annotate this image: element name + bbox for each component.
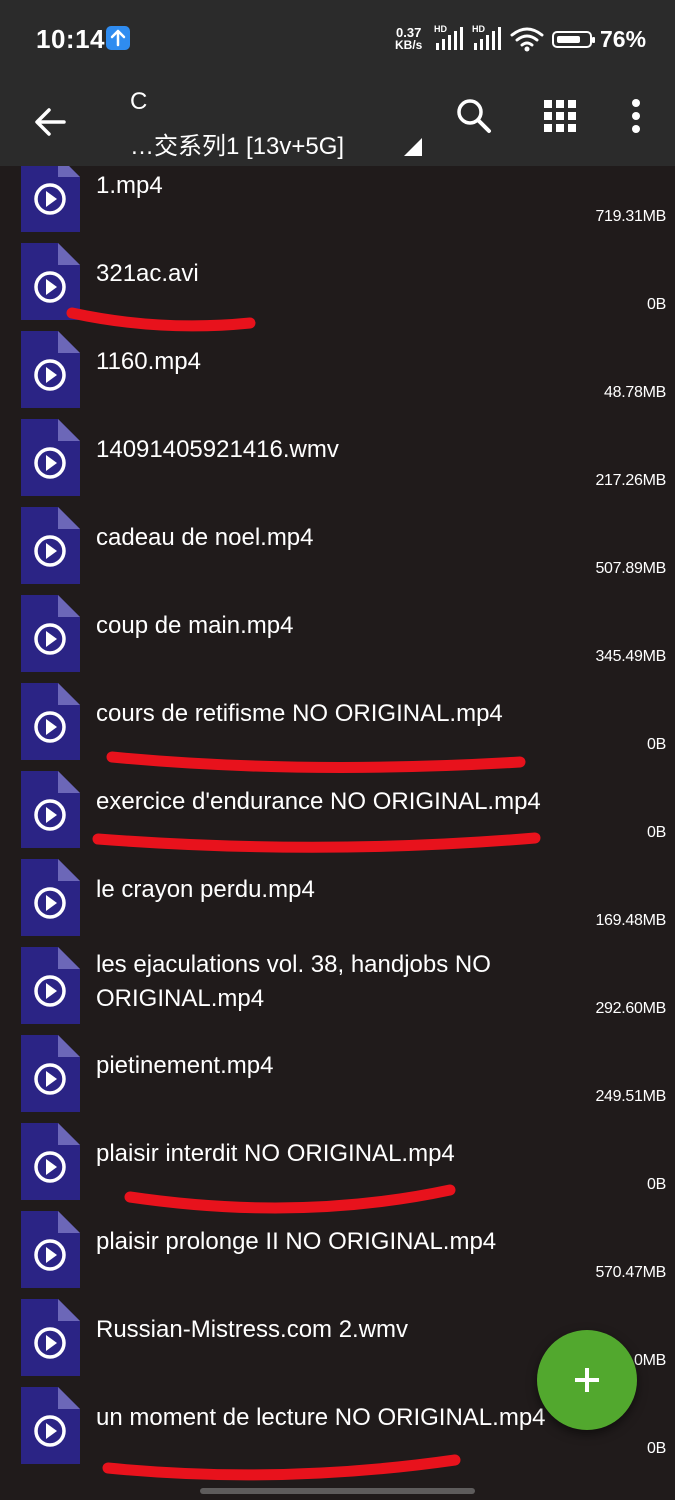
search-icon: [457, 99, 491, 133]
file-row[interactable]: exercice d'endurance NO ORIGINAL.mp4 0B: [0, 770, 675, 858]
file-row[interactable]: coup de main.mp4 345.49MB: [0, 594, 675, 682]
video-file-icon: [21, 1211, 80, 1288]
battery-percent: 76%: [600, 26, 647, 52]
file-size: 292.60MB: [595, 1000, 666, 1017]
file-name: 321ac.avi: [96, 260, 199, 287]
file-size: 249.51MB: [595, 1088, 666, 1105]
network-speed-unit: KB/s: [395, 38, 423, 52]
file-name: cours de retifisme NO ORIGINAL.mp4: [96, 700, 503, 727]
video-file-icon: [21, 1387, 80, 1464]
file-size: 217.26MB: [595, 472, 666, 489]
video-file-icon: [21, 1123, 80, 1200]
home-indicator[interactable]: [200, 1488, 475, 1494]
upload-notification-icon: [106, 26, 130, 50]
back-button[interactable]: [30, 100, 74, 144]
file-size: 0B: [647, 824, 666, 841]
file-row[interactable]: 1160.mp4 48.78MB: [0, 330, 675, 418]
file-row[interactable]: cadeau de noel.mp4 507.89MB: [0, 506, 675, 594]
video-file-icon: [21, 683, 80, 760]
file-list[interactable]: 1.mp4 719.31MB 321ac.avi 0B 1160.mp4 48.78MB 1…: [0, 166, 675, 1500]
video-file-icon: [21, 419, 80, 496]
video-file-icon: [21, 166, 80, 232]
file-name: 1.mp4: [96, 172, 163, 199]
video-file-icon: [21, 1035, 80, 1112]
path-dropdown-icon[interactable]: [404, 138, 422, 156]
file-name: cadeau de noel.mp4: [96, 524, 314, 551]
grid-view-button[interactable]: [540, 96, 580, 136]
file-row[interactable]: 321ac.avi 0B: [0, 242, 675, 330]
file-size: 719.31MB: [595, 208, 666, 225]
file-size: 570.47MB: [595, 1264, 666, 1281]
video-file-icon: [21, 243, 80, 320]
video-file-icon: [21, 507, 80, 584]
file-row[interactable]: plaisir prolonge II NO ORIGINAL.mp4 570.4…: [0, 1210, 675, 1298]
file-row[interactable]: 1.mp4 719.31MB: [0, 166, 675, 242]
video-file-icon: [21, 331, 80, 408]
file-row[interactable]: cours de retifisme NO ORIGINAL.mp4 0B: [0, 682, 675, 770]
file-row[interactable]: les ejaculations vol. 38, handjobs NO OR…: [0, 946, 675, 1034]
file-name: plaisir prolonge II NO ORIGINAL.mp4: [96, 1228, 497, 1255]
file-row[interactable]: plaisir interdit NO ORIGINAL.mp4 0B: [0, 1122, 675, 1210]
more-vert-icon: [632, 99, 640, 133]
video-file-icon: [21, 595, 80, 672]
file-size: 0MB: [634, 1352, 666, 1369]
drive-title[interactable]: C: [130, 88, 147, 116]
file-name: exercice d'endurance NO ORIGINAL.mp4: [96, 788, 541, 815]
file-size: 0B: [647, 296, 666, 313]
file-name: 14091405921416.wmv: [96, 436, 339, 463]
network-speed: 0.37 KB/s: [395, 26, 423, 52]
cell-signal-1-icon: HD: [434, 24, 466, 50]
grid-view-icon: [544, 100, 576, 132]
video-file-icon: [21, 771, 80, 848]
file-name: pietinement.mp4: [96, 1052, 274, 1079]
file-size: 169.48MB: [595, 912, 666, 929]
file-name: le crayon perdu.mp4: [96, 876, 315, 903]
clock: 10:14: [36, 24, 105, 54]
file-size: 0B: [647, 1176, 666, 1193]
file-size: 0B: [647, 1440, 666, 1457]
file-row[interactable]: 14091405921416.wmv 217.26MB: [0, 418, 675, 506]
video-file-icon: [21, 859, 80, 936]
file-row[interactable]: le crayon perdu.mp4 169.48MB: [0, 858, 675, 946]
video-file-icon: [21, 947, 80, 1024]
file-name: un moment de lecture NO ORIGINAL.mp4: [96, 1404, 546, 1431]
cell-signal-2-icon: HD: [472, 24, 504, 50]
video-file-icon: [21, 1299, 80, 1376]
file-size: 48.78MB: [604, 384, 666, 401]
file-size: 507.89MB: [595, 560, 666, 577]
wifi-icon: [510, 26, 544, 56]
file-size: 345.49MB: [595, 648, 666, 665]
battery-icon: [552, 31, 595, 48]
file-row[interactable]: pietinement.mp4 249.51MB: [0, 1034, 675, 1122]
file-size: 0B: [647, 736, 666, 753]
file-name: coup de main.mp4: [96, 612, 294, 639]
file-name: Russian-Mistress.com 2.wmv: [96, 1316, 409, 1343]
app-bar: C …交系列1 [13v+5G]: [0, 80, 675, 166]
file-name: plaisir interdit NO ORIGINAL.mp4: [96, 1140, 455, 1167]
search-button[interactable]: [452, 94, 496, 138]
back-arrow-icon: [35, 108, 66, 136]
more-options-button[interactable]: [616, 96, 656, 136]
status-bar: 10:14 0.37 KB/s HD HD 76%: [0, 0, 675, 80]
file-name: 1160.mp4: [96, 348, 201, 375]
file-name: les ejaculations vol. 38, handjobs NO OR…: [96, 951, 491, 1012]
add-fab-button[interactable]: [537, 1330, 637, 1430]
folder-path[interactable]: …交系列1 [13v+5G]: [130, 126, 344, 161]
